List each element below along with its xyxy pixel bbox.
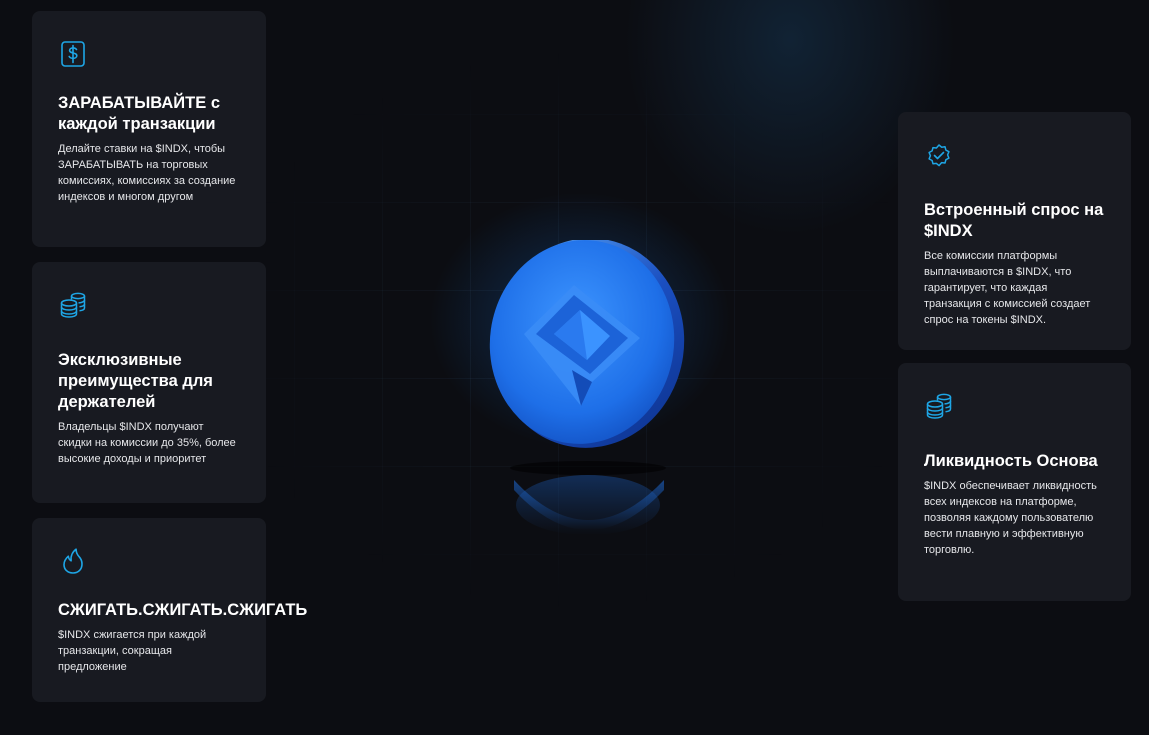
feature-title: СЖИГАТЬ.СЖИГАТЬ.СЖИГАТЬ — [58, 601, 308, 619]
feature-card-liquidity: Ликвидность Основа $INDX обеспечивает ли… — [898, 363, 1131, 601]
indx-coin-logo — [470, 238, 700, 570]
feature-title: Ликвидность Основа — [924, 452, 1098, 470]
coins-stack-icon — [926, 393, 952, 419]
feature-description: Все комиссии платформы выплачиваются в $… — [924, 250, 1091, 326]
feature-title: Эксклюзивные преимущества для держателей — [58, 351, 213, 411]
verified-badge-icon — [928, 144, 950, 167]
feature-description: $INDX сжигается при каждой транзакции, с… — [58, 629, 207, 673]
feature-card-burn: СЖИГАТЬ.СЖИГАТЬ.СЖИГАТЬ $INDX сжигается … — [32, 518, 308, 702]
feature-description: Владельцы $INDX получают скидки на комис… — [58, 421, 236, 465]
feature-card-earn: ЗАРАБАТЫВАЙТЕ с каждой транзакции Делайт… — [32, 11, 266, 247]
feature-description: Делайте ставки на $INDX, чтобы ЗАРАБАТЫВ… — [58, 143, 236, 203]
dollar-icon — [61, 41, 85, 67]
feature-title: ЗАРАБАТЫВАЙТЕ с каждой транзакции — [58, 94, 220, 133]
feature-card-demand: Встроенный спрос на $INDX Все комиссии п… — [898, 112, 1131, 350]
feature-card-holders: Эксклюзивные преимущества для держателей… — [32, 262, 266, 503]
feature-title: Встроенный спрос на $INDX — [924, 201, 1104, 240]
coins-stack-icon — [60, 292, 86, 318]
feature-description: $INDX обеспечивает ликвидность всех инде… — [924, 480, 1097, 556]
flame-icon — [63, 548, 83, 574]
